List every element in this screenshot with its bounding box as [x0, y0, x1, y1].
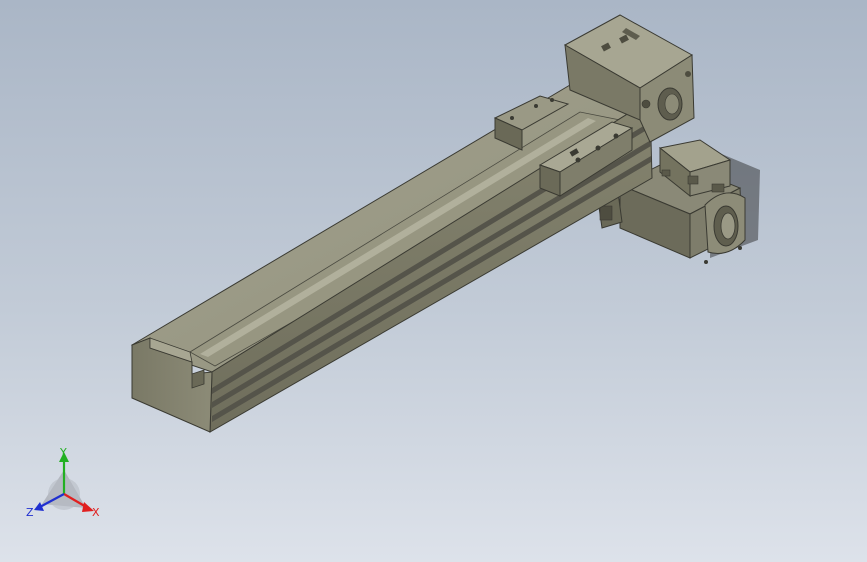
- x-axis-label: X: [92, 506, 100, 519]
- 3d-viewport[interactable]: Y X Z: [0, 0, 867, 562]
- y-axis-label: Y: [59, 446, 67, 459]
- linear-actuator-model[interactable]: [0, 0, 867, 562]
- z-axis-label: Z: [26, 506, 34, 519]
- actuator-rail[interactable]: [130, 84, 653, 433]
- axis-triad: Y X Z: [26, 446, 100, 519]
